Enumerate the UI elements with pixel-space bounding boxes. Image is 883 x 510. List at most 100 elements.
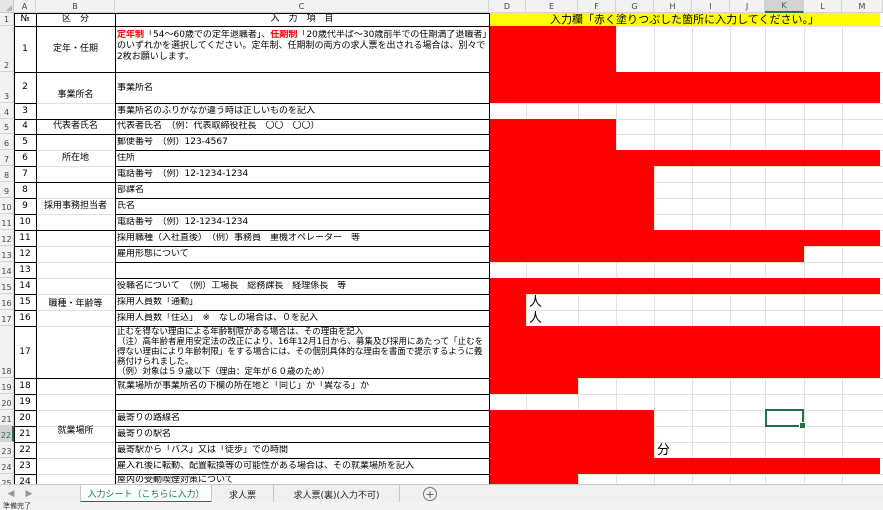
tab-kyujinhyo[interactable]: 求人票 — [212, 485, 274, 503]
header-kubun: 区 分 — [61, 14, 89, 24]
item-ninzu-sumikomi: 採用人員数「住込」 ※ なしの場合は、０を記入 — [117, 313, 319, 323]
input-yakushoku[interactable] — [489, 278, 880, 294]
row-header-1[interactable]: 1 — [0, 13, 14, 26]
input-teinen[interactable] — [489, 26, 616, 72]
input-nenrei[interactable] — [489, 326, 880, 378]
row-number: 7 — [22, 168, 28, 179]
row-header-3[interactable]: 3 — [0, 72, 14, 103]
input-denwa[interactable] — [489, 166, 654, 182]
table-border — [14, 198, 36, 199]
row-header-17[interactable]: 17 — [0, 310, 14, 326]
input-daihyo[interactable] — [489, 119, 616, 134]
table-border — [14, 214, 36, 215]
item-last: 屋内の受動喫煙対策について — [117, 476, 234, 484]
row-header-2[interactable]: 2 — [0, 26, 14, 72]
input-yubin[interactable] — [489, 134, 616, 150]
table-border — [14, 326, 36, 327]
unit-fun: 分 — [657, 443, 671, 458]
row-header-7[interactable]: 7 — [0, 150, 14, 166]
header-no: № — [20, 14, 30, 24]
header-item: 入 力 項 目 — [270, 14, 334, 24]
column-header-d[interactable]: D — [489, 0, 526, 13]
row-number: 13 — [19, 264, 31, 275]
row-header-10[interactable]: 10 — [0, 198, 14, 214]
category-shokushu: 職種・年齢等 — [48, 298, 103, 309]
input-last[interactable] — [489, 474, 578, 484]
input-ninzu-sumikomi[interactable] — [489, 310, 526, 326]
row-header-25[interactable]: 25 — [0, 474, 14, 484]
column-header-f[interactable]: F — [578, 0, 616, 13]
row-header-21[interactable]: 21 — [0, 410, 14, 426]
input-ninzu-tsukin[interactable] — [489, 294, 526, 310]
column-header-a[interactable]: A — [14, 0, 36, 13]
spreadsheet-grid[interactable]: ABCDEFGHIJKLM 1 2 3 4 5 6 7 8 9 10 11 12 13 14 15 16 17 1… — [0, 0, 883, 484]
table-border — [14, 426, 36, 427]
category-shugyo: 就業場所 — [57, 425, 94, 436]
table-border — [14, 13, 489, 14]
column-header-g[interactable]: G — [616, 0, 654, 13]
select-all-corner[interactable] — [0, 0, 14, 13]
row-number: 18 — [19, 380, 31, 391]
input-koyo[interactable] — [489, 246, 804, 262]
column-header-e[interactable]: E — [526, 0, 578, 13]
column-header-h[interactable]: H — [654, 0, 692, 13]
row-header-20[interactable]: 20 — [0, 394, 14, 410]
row-number: 16 — [19, 312, 31, 323]
add-sheet-icon[interactable]: + — [423, 487, 437, 501]
row-header-8[interactable]: 8 — [0, 166, 14, 182]
input-eki-name[interactable] — [489, 426, 654, 442]
input-shugyo-basho[interactable] — [489, 378, 578, 394]
next-sheet-icon[interactable]: ▶ — [22, 487, 36, 501]
prev-sheet-icon[interactable]: ◀ — [4, 487, 18, 501]
column-header-i[interactable]: I — [692, 0, 730, 13]
row-number: 24 — [19, 476, 31, 485]
row-header-19[interactable]: 19 — [0, 378, 14, 394]
row-header-22[interactable]: 22 — [0, 426, 14, 442]
table-border — [115, 103, 489, 104]
column-header-b[interactable]: B — [36, 0, 115, 13]
input-busho[interactable] — [489, 182, 654, 198]
input-jigyosho[interactable] — [489, 72, 880, 103]
input-eki-line[interactable] — [489, 410, 654, 426]
row-header-18[interactable]: 18 — [0, 326, 14, 378]
input-denwa2[interactable] — [489, 214, 654, 230]
row-header-12[interactable]: 12 — [0, 230, 14, 246]
table-border — [115, 310, 489, 311]
row-header-16[interactable]: 16 — [0, 294, 14, 310]
unit-nin-1: 人 — [529, 295, 543, 310]
row-header-6[interactable]: 6 — [0, 134, 14, 150]
column-header-j[interactable]: J — [730, 0, 765, 13]
table-border — [14, 458, 36, 459]
table-border — [14, 378, 489, 379]
row-header-11[interactable]: 11 — [0, 214, 14, 230]
column-header-c[interactable]: C — [115, 0, 489, 13]
active-cell-k22[interactable] — [765, 409, 806, 429]
category-teinen: 定年・任期 — [52, 43, 98, 54]
row-header-13[interactable]: 13 — [0, 246, 14, 262]
row-header-15[interactable]: 15 — [0, 278, 14, 294]
row-header-14[interactable]: 14 — [0, 262, 14, 278]
input-shimei[interactable] — [489, 198, 654, 214]
input-jikan[interactable] — [489, 442, 654, 458]
row-header-23[interactable]: 23 — [0, 442, 14, 458]
table-border — [115, 458, 489, 459]
row-header-5[interactable]: 5 — [0, 119, 14, 134]
table-border — [14, 310, 36, 311]
tab-kyujinhyo-ura[interactable]: 求人票(裏)(入力不可) — [274, 485, 400, 503]
column-header-m[interactable]: M — [842, 0, 883, 13]
table-border — [115, 278, 489, 279]
row-header-24[interactable]: 24 — [0, 458, 14, 474]
row-number: 6 — [22, 152, 28, 163]
input-shokushu[interactable] — [489, 230, 880, 246]
column-header-l[interactable]: L — [804, 0, 842, 13]
tab-input-sheet[interactable]: 入力シート（こちらに入力） — [80, 485, 212, 503]
item-jusho: 住所 — [117, 153, 136, 163]
input-tenkin[interactable] — [489, 458, 880, 474]
column-header-k[interactable]: K — [765, 0, 804, 13]
row-header-9[interactable]: 9 — [0, 182, 14, 198]
status-bar: 準備完了 — [0, 502, 883, 510]
row-header-4[interactable]: 4 — [0, 103, 14, 119]
category-jigyosho: 事業所名 — [57, 89, 94, 100]
item-furigana: 事業所名のふりがなが違う時は正しいものを記入 — [117, 106, 316, 116]
input-jusho[interactable] — [489, 150, 880, 166]
